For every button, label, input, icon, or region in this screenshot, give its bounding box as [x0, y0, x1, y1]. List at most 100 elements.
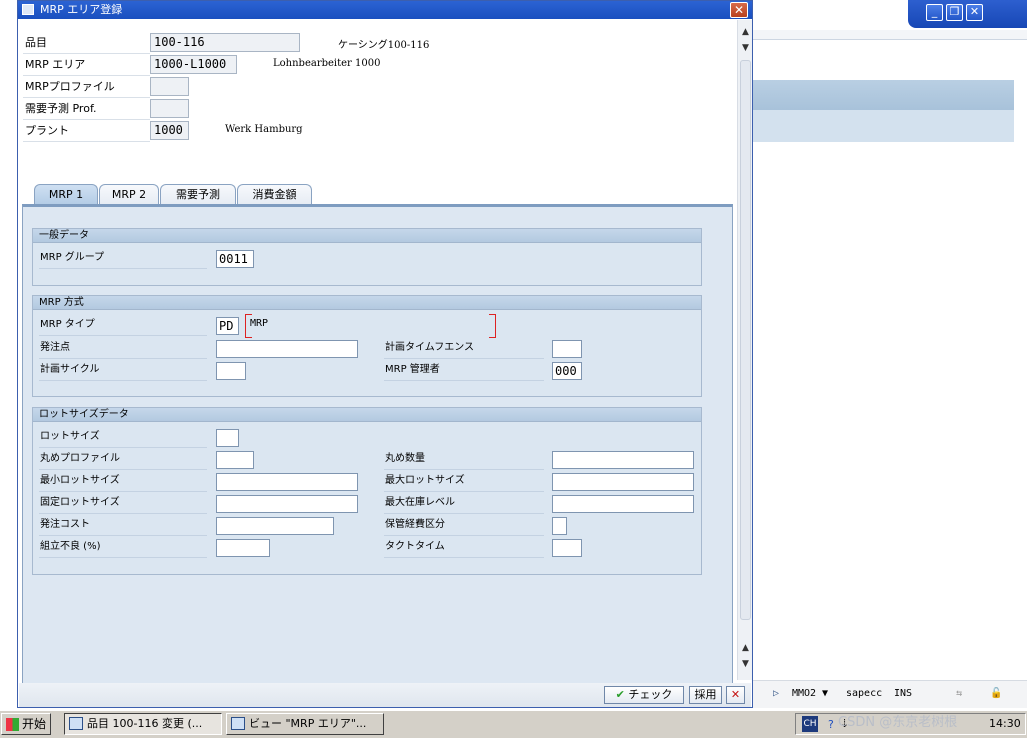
- scroll-thumb[interactable]: [740, 60, 751, 620]
- order-cost-label: 発注コスト: [39, 516, 207, 536]
- vertical-scrollbar[interactable]: ▲ ▼ ▲ ▼: [737, 20, 752, 680]
- scroll-up-icon[interactable]: ▲: [741, 644, 750, 653]
- scroll-down-icon[interactable]: ▼: [741, 660, 750, 669]
- dialog-body: 品目 100-116 ケーシング100-116 MRP エリア 1000-L10…: [19, 20, 737, 700]
- plant-description: Werk Hamburg: [225, 124, 303, 135]
- background-subheader-band: [752, 110, 1014, 142]
- mrp-procedure-group: MRP 方式 MRP タイプ PD MRP 発注点 計画タイムフエンス 計画サイ…: [32, 295, 702, 397]
- watermark: CSDN @东京老树根: [838, 715, 958, 730]
- material-field[interactable]: 100-116: [150, 33, 300, 52]
- clock: 14:30: [989, 717, 1021, 730]
- close-icon[interactable]: ✕: [966, 4, 983, 21]
- mrp-area-description: Lohnbearbeiter 1000: [273, 58, 381, 69]
- tab-forecast[interactable]: 需要予測: [160, 184, 236, 204]
- dialog-close-button[interactable]: ✕: [730, 2, 748, 18]
- max-stock-level-label: 最大在庫レベル: [384, 494, 544, 514]
- rounding-profile-field[interactable]: [216, 451, 254, 469]
- tab-consumption[interactable]: 消費金額: [237, 184, 312, 204]
- mrp-profile-field[interactable]: [150, 77, 189, 96]
- lock-icon[interactable]: 🔓: [990, 688, 1002, 699]
- lot-size-group: ロットサイズデータ ロットサイズ 丸めプロファイル 丸め数量 最小ロットサイズ …: [32, 407, 702, 575]
- material-label: 品目: [23, 33, 150, 54]
- min-lot-size-field[interactable]: [216, 473, 358, 491]
- dialog-footer: ✔ チェック 採用 ✕: [19, 683, 751, 707]
- max-lot-size-label: 最大ロットサイズ: [384, 472, 544, 492]
- assembly-scrap-label: 組立不良 (%): [39, 538, 207, 558]
- order-cost-field[interactable]: [216, 517, 334, 535]
- mrp-profile-label: MRPプロファイル: [23, 77, 150, 98]
- sap-window-icon: [231, 717, 245, 730]
- material-description: ケーシング100-116: [338, 40, 430, 51]
- forecast-profile-field[interactable]: [150, 99, 189, 118]
- storage-cost-label: 保管経費区分: [384, 516, 544, 536]
- check-button[interactable]: ✔ チェック: [604, 686, 684, 704]
- general-data-title: 一般データ: [33, 229, 701, 243]
- time-fence-label: 計画タイムフエンス: [384, 339, 544, 359]
- tab-mrp1[interactable]: MRP 1: [34, 184, 98, 204]
- mrp-type-label: MRP タイプ: [39, 316, 207, 336]
- task-material-change[interactable]: 品目 100-116 変更 (...: [64, 713, 222, 735]
- restore-icon[interactable]: ❐: [946, 4, 963, 21]
- background-toolbar: [752, 30, 1027, 40]
- tab-strip: MRP 1 MRP 2 需要予測 消費金額 一般データ MRP グループ 001…: [22, 184, 736, 702]
- task-mrp-area-view[interactable]: ビュー "MRP エリア"...: [226, 713, 384, 735]
- task-mrp-area-view-label: ビュー "MRP エリア"...: [249, 717, 367, 730]
- background-header-band: [752, 80, 1014, 110]
- scroll-up-icon[interactable]: ▼: [741, 44, 750, 53]
- status-dropdown-icon[interactable]: ▼: [822, 688, 828, 699]
- start-button[interactable]: 开始: [1, 713, 51, 735]
- takt-time-field[interactable]: [552, 539, 582, 557]
- background-window-titlebar: _ ❐ ✕: [908, 0, 1027, 28]
- desktop: _ ❐ ✕ ▷ MMO2 ▼ sapecc INS ⇆ 🔓 MRP エリア登録 …: [0, 0, 1027, 738]
- mrp-controller-label: MRP 管理者: [384, 361, 544, 381]
- max-lot-size-field[interactable]: [552, 473, 694, 491]
- mrp-type-description-frame: MRP: [245, 314, 496, 338]
- mrp-group-field[interactable]: 0011: [216, 250, 254, 268]
- checkmark-icon: ✔: [615, 688, 625, 701]
- start-label: 开始: [22, 717, 47, 731]
- assembly-scrap-field[interactable]: [216, 539, 270, 557]
- planning-cycle-field[interactable]: [216, 362, 246, 380]
- rounding-value-label: 丸め数量: [384, 450, 544, 470]
- dialog-title: MRP エリア登録: [40, 3, 123, 16]
- fixed-lot-size-label: 固定ロットサイズ: [39, 494, 207, 514]
- status-transaction: MMO2: [792, 688, 817, 699]
- status-mode: INS: [894, 688, 913, 699]
- taskbar: 开始 品目 100-116 変更 (... ビュー "MRP エリア"... C…: [0, 710, 1027, 738]
- lot-size-title: ロットサイズデータ: [33, 408, 701, 422]
- max-stock-level-field[interactable]: [552, 495, 694, 513]
- reorder-point-field[interactable]: [216, 340, 358, 358]
- plant-label: プラント: [23, 121, 150, 142]
- forecast-profile-label: 需要予測 Prof.: [23, 99, 150, 120]
- system-tray: CH ? ⇣ CSDN @东京老树根 14:30: [795, 713, 1026, 735]
- rounding-profile-label: 丸めプロファイル: [39, 450, 207, 470]
- adopt-button[interactable]: 採用: [689, 686, 722, 704]
- reorder-point-label: 発注点: [39, 339, 207, 359]
- min-lot-size-label: 最小ロットサイズ: [39, 472, 207, 492]
- mrp-procedure-title: MRP 方式: [33, 296, 701, 310]
- help-icon[interactable]: ?: [828, 715, 834, 735]
- lot-size-field[interactable]: [216, 429, 239, 447]
- status-connection-icon: ⇆: [956, 688, 963, 699]
- time-fence-field[interactable]: [552, 340, 582, 358]
- cancel-button[interactable]: ✕: [726, 686, 745, 704]
- storage-cost-field[interactable]: [552, 517, 567, 535]
- check-button-label: チェック: [628, 688, 673, 701]
- mrp-type-description: MRP: [250, 318, 269, 329]
- scroll-up-icon[interactable]: ▲: [741, 28, 750, 37]
- task-material-change-label: 品目 100-116 変更 (...: [87, 717, 203, 730]
- status-play-icon[interactable]: ▷: [773, 688, 779, 699]
- tab-mrp2[interactable]: MRP 2: [99, 184, 159, 204]
- mrp-type-field[interactable]: PD: [216, 317, 239, 335]
- lot-size-label: ロットサイズ: [39, 428, 207, 448]
- sap-window-icon: [69, 717, 83, 730]
- general-data-group: 一般データ MRP グループ 0011: [32, 228, 702, 286]
- mrp-area-label: MRP エリア: [23, 55, 150, 76]
- minimize-icon[interactable]: _: [926, 4, 943, 21]
- fixed-lot-size-field[interactable]: [216, 495, 358, 513]
- plant-field[interactable]: 1000: [150, 121, 189, 140]
- mrp-controller-field[interactable]: 000: [552, 362, 582, 380]
- rounding-value-field[interactable]: [552, 451, 694, 469]
- mrp-area-field[interactable]: 1000-L1000: [150, 55, 237, 74]
- language-indicator[interactable]: CH: [802, 716, 818, 732]
